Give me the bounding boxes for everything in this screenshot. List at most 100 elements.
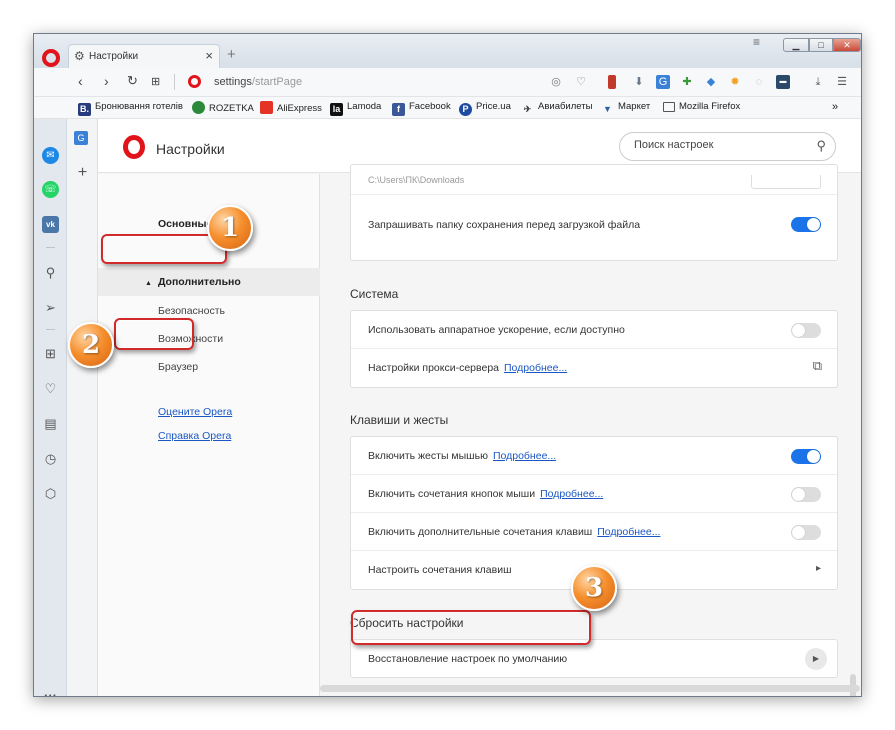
forward-icon[interactable]: › (104, 73, 109, 89)
whatsapp-icon[interactable]: ☏ (42, 181, 59, 198)
caret-up-icon: ▲ (145, 280, 152, 287)
aliexpress-icon (260, 101, 273, 114)
advanced-keys-more-link[interactable]: Подробнее... (597, 526, 660, 538)
add-panel-icon[interactable]: + (74, 164, 91, 181)
puzzle-ext-icon[interactable]: ✚ (680, 75, 694, 89)
browser-window: ⚙ Настройки × + ≡ ▁ □ ✕ ‹ › ↻ ⊞ settings… (33, 33, 862, 697)
vk-icon[interactable]: vk (42, 216, 59, 233)
change-folder-button[interactable] (751, 175, 821, 189)
url-host: settings (214, 76, 252, 88)
configure-keys-label: Настроить сочетания клавиш (368, 564, 512, 576)
nav-advanced[interactable]: ▲ Дополнительно (145, 276, 241, 288)
bookmark-item[interactable]: P Price.ua (459, 101, 511, 116)
history-icon[interactable]: ◷ (42, 450, 59, 467)
chevron-right-icon: ▸ (815, 563, 821, 574)
restore-defaults-row[interactable]: Восстановление настроек по умолчанию ▶ (351, 640, 837, 678)
opera-page-icon (188, 75, 201, 88)
mouse-gestures-text: Включить жесты мышью (368, 450, 488, 462)
extensions-icon[interactable]: ⬡ (42, 485, 59, 502)
page-title: Настройки (156, 141, 225, 157)
hw-accel-toggle[interactable] (791, 323, 821, 338)
mouse-gestures-row: Включить жесты мышью Подробнее... (351, 437, 837, 475)
translate-panel-icon[interactable]: G (74, 131, 88, 145)
nav-security[interactable]: Безопасность (158, 305, 225, 317)
external-link-icon[interactable]: ⧉ (813, 358, 822, 374)
sidebar-divider (46, 329, 55, 330)
maximize-button[interactable]: □ (809, 38, 833, 52)
rocker-more-link[interactable]: Подробнее... (540, 488, 603, 500)
easy-setup-icon[interactable]: ≡ (753, 35, 760, 49)
flame-ext-icon[interactable]: ✹ (728, 75, 742, 89)
rocker-row: Включить сочетания кнопок мыши Подробнее.… (351, 475, 837, 513)
url-field[interactable]: settings/startPage (214, 76, 302, 88)
bookmark-item[interactable]: f Facebook (392, 101, 451, 116)
cart-icon: ▼ (603, 104, 612, 114)
separator (174, 74, 175, 90)
news-icon[interactable]: ▤ (42, 415, 59, 432)
speed-dial-icon[interactable]: ⊞ (42, 345, 59, 362)
opera-menu-icon[interactable] (42, 49, 60, 67)
rocker-toggle[interactable] (791, 487, 821, 502)
heart-icon[interactable]: ♡ (42, 380, 59, 397)
search-icon: ⚲ (816, 138, 826, 153)
new-tab-icon[interactable]: + (227, 46, 236, 63)
camera-icon[interactable]: ◎ (549, 75, 563, 89)
reload-icon[interactable]: ↻ (127, 73, 138, 89)
url-path: /startPage (251, 76, 303, 88)
rate-opera-link[interactable]: Оцените Opera (158, 406, 232, 418)
messenger-icon[interactable]: ✉ (42, 147, 59, 164)
bookmark-label: Маркет (618, 101, 651, 112)
search-icon[interactable]: ⚲ (42, 264, 59, 281)
chevron-right-icon[interactable]: ▶ (805, 648, 827, 670)
shield-ext-icon[interactable]: ◆ (704, 75, 718, 89)
bookmark-item[interactable]: ✈ Авиабилеты (521, 101, 593, 116)
settings-search[interactable]: ⚲ (619, 132, 836, 161)
facebook-icon: f (392, 103, 405, 116)
minimize-button[interactable]: ▁ (783, 38, 809, 52)
advanced-keys-toggle[interactable] (791, 525, 821, 540)
nav-browser[interactable]: Браузер (158, 361, 198, 373)
search-input[interactable] (634, 139, 804, 151)
chat-ext-icon[interactable]: ◌ (752, 75, 766, 89)
speed-dial-icon[interactable]: ⊞ (151, 75, 160, 88)
tab-settings[interactable]: ⚙ Настройки × (68, 44, 220, 68)
bookmark-item[interactable]: ROZETKA (192, 101, 254, 114)
settings-sliders-icon[interactable]: ☰ (835, 75, 849, 89)
bookmark-item[interactable]: ▼ Маркет (601, 101, 650, 116)
opera-help-link[interactable]: Справка Opera (158, 430, 231, 442)
mouse-gestures-toggle[interactable] (791, 449, 821, 464)
mouse-gestures-more-link[interactable]: Подробнее... (493, 450, 556, 462)
ask-download-row: Запрашивать папку сохранения перед загру… (351, 195, 837, 261)
bookmark-item[interactable]: AliExpress (260, 101, 322, 114)
more-bookmarks-icon[interactable]: » (832, 101, 838, 113)
bookmark-item[interactable]: la Lamoda (330, 101, 381, 116)
ask-download-toggle[interactable] (791, 217, 821, 232)
screen-ext-icon[interactable]: ▬ (776, 75, 790, 89)
bookmark-item[interactable]: Mozilla Firefox (663, 101, 740, 112)
nav-basic[interactable]: Основные (158, 218, 212, 230)
bookmark-item[interactable]: B. Бронювання готелів (78, 101, 183, 116)
download-ext-icon[interactable]: ⬇ (632, 75, 646, 89)
heart-icon[interactable]: ♡ (574, 75, 588, 89)
nav-advanced-label: Дополнительно (157, 276, 241, 288)
horizontal-scrollbar[interactable] (320, 685, 860, 692)
annotation-highlight-advanced (101, 234, 227, 264)
sidebar-divider (46, 247, 55, 248)
close-tab-icon[interactable]: × (205, 48, 213, 63)
address-bar: ‹ › ↻ ⊞ settings/startPage ◎ ♡ ⬇ G ✚ ◆ ✹… (34, 68, 861, 97)
hw-accel-row: Использовать аппаратное ускорение, если … (351, 311, 837, 349)
downloads-icon[interactable]: ⤓ (811, 75, 825, 89)
bookmark-label: Lamoda (347, 101, 382, 112)
more-icon[interactable]: ··· (42, 687, 59, 696)
proxy-more-link[interactable]: Подробнее... (504, 362, 567, 374)
back-icon[interactable]: ‹ (78, 73, 83, 89)
bookmark-label: Авиабилеты (538, 101, 593, 112)
extension-bookmark-icon[interactable] (608, 75, 616, 89)
system-card: Использовать аппаратное ускорение, если … (350, 310, 838, 388)
send-icon[interactable]: ➢ (42, 299, 59, 316)
close-window-button[interactable]: ✕ (833, 38, 861, 52)
opera-logo-icon (123, 135, 145, 159)
annotation-highlight-restore (351, 610, 591, 645)
translate-ext-icon[interactable]: G (656, 75, 670, 89)
step-badge-1: 1 (207, 205, 253, 251)
